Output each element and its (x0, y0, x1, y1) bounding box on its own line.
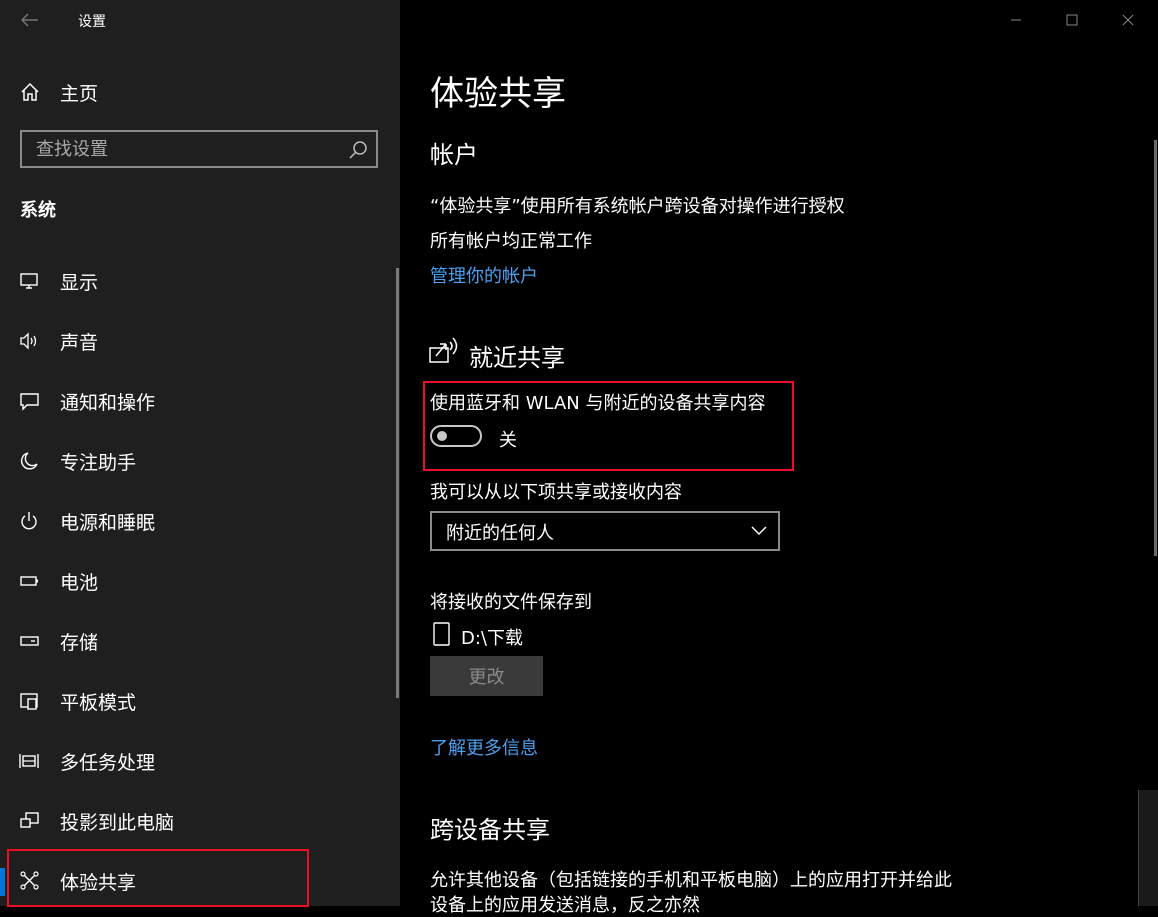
sidebar-item-power[interactable]: 电源和睡眠 (0, 496, 396, 546)
sidebar-scrollbar[interactable] (396, 268, 399, 698)
home-icon (21, 82, 39, 101)
share-from-dropdown[interactable]: 附近的任何人 (430, 511, 780, 551)
multitask-icon (19, 754, 39, 768)
app-title: 设置 (78, 14, 106, 30)
save-path: D:\下载 (461, 628, 523, 649)
search-icon[interactable] (348, 140, 368, 160)
sidebar-item-home[interactable]: 主页 (20, 78, 98, 106)
accounts-description: “体验共享”使用所有系统帐户跨设备对操作进行授权 (430, 196, 845, 217)
sidebar-item-sound[interactable]: 声音 (0, 316, 396, 366)
project-icon (20, 812, 39, 828)
device-icon (433, 622, 450, 646)
sidebar-item-label: 显示 (60, 271, 99, 294)
nearby-share-toggle[interactable] (430, 425, 482, 447)
sidebar-item-project[interactable]: 投影到此电脑 (0, 796, 396, 846)
sidebar-item-shared-experiences[interactable]: 体验共享 (0, 856, 396, 906)
minimize-button[interactable] (988, 0, 1044, 40)
search-input[interactable] (22, 132, 346, 166)
sidebar-item-label: 平板模式 (60, 691, 137, 714)
tablet-mode-icon (20, 693, 38, 710)
notification-icon (20, 393, 39, 411)
shared-experience-icon (20, 871, 39, 890)
cross-device-description-line1: 允许其他设备（包括链接的手机和平板电脑）上的应用打开并给此 (430, 870, 952, 891)
toggle-state: 关 (499, 430, 517, 451)
sidebar-item-label: 声音 (60, 331, 99, 354)
sidebar-item-tablet-mode[interactable]: 平板模式 (0, 676, 396, 726)
section-label: 系统 (20, 200, 56, 221)
sidebar-item-label: 投影到此电脑 (60, 811, 175, 834)
chevron-down-icon (751, 526, 767, 536)
cross-device-heading: 跨设备共享 (430, 816, 550, 844)
monitor-icon (20, 273, 38, 289)
sidebar-item-label: 存储 (60, 631, 99, 654)
manage-accounts-link[interactable]: 管理你的帐户 (430, 262, 538, 288)
toggle-knob (437, 431, 447, 441)
nearby-toggle-label: 使用蓝牙和 WLAN 与附近的设备共享内容 (430, 393, 766, 414)
sidebar-item-label: 体验共享 (60, 871, 137, 894)
sidebar-item-battery[interactable]: 电池 (0, 556, 396, 606)
accounts-status: 所有帐户均正常工作 (430, 231, 592, 252)
edge-panel (1138, 790, 1158, 906)
sidebar-item-display[interactable]: 显示 (0, 256, 396, 306)
sidebar-item-notifications[interactable]: 通知和操作 (0, 376, 396, 426)
maximize-icon (1066, 14, 1078, 26)
battery-icon (20, 576, 38, 586)
minimize-icon (1011, 19, 1021, 21)
main-scrollbar[interactable] (1154, 140, 1157, 556)
change-button[interactable]: 更改 (430, 656, 543, 696)
sidebar-item-label: 通知和操作 (60, 391, 156, 414)
dropdown-value: 附近的任何人 (446, 523, 554, 544)
maximize-button[interactable] (1044, 0, 1100, 40)
sidebar-item-label: 主页 (60, 82, 99, 105)
save-to-label: 将接收的文件保存到 (430, 592, 592, 613)
moon-icon (20, 452, 38, 470)
page-title: 体验共享 (430, 74, 566, 114)
active-indicator (0, 868, 5, 896)
sidebar-item-focus-assist[interactable]: 专注助手 (0, 436, 396, 486)
share-from-label: 我可以从以下项共享或接收内容 (430, 482, 682, 503)
sidebar-item-label: 多任务处理 (60, 751, 156, 774)
speaker-icon (20, 332, 37, 350)
sidebar-item-label: 电源和睡眠 (60, 511, 156, 534)
close-button[interactable] (1100, 0, 1156, 40)
storage-icon (20, 636, 39, 646)
sidebar-item-label: 专注助手 (60, 451, 137, 474)
back-arrow-icon (21, 13, 38, 27)
back-button[interactable] (14, 6, 46, 34)
accounts-heading: 帐户 (430, 141, 478, 169)
sidebar-item-multitasking[interactable]: 多任务处理 (0, 736, 396, 786)
nearby-share-heading: 就近共享 (469, 344, 565, 372)
nearby-share-icon (429, 337, 458, 363)
search-box[interactable] (20, 130, 378, 168)
power-icon (21, 512, 37, 530)
sidebar-item-storage[interactable]: 存储 (0, 616, 396, 666)
close-icon (1122, 14, 1134, 26)
cross-device-description-line2: 设备上的应用发送消息，反之亦然 (430, 895, 700, 916)
learn-more-link[interactable]: 了解更多信息 (430, 734, 538, 760)
main-content: 体验共享 帐户 “体验共享”使用所有系统帐户跨设备对操作进行授权 所有帐户均正常… (400, 0, 1158, 916)
sidebar: 设置 主页 系统 显示 声音 通知和操作 (0, 0, 400, 907)
sidebar-item-label: 电池 (60, 571, 99, 594)
